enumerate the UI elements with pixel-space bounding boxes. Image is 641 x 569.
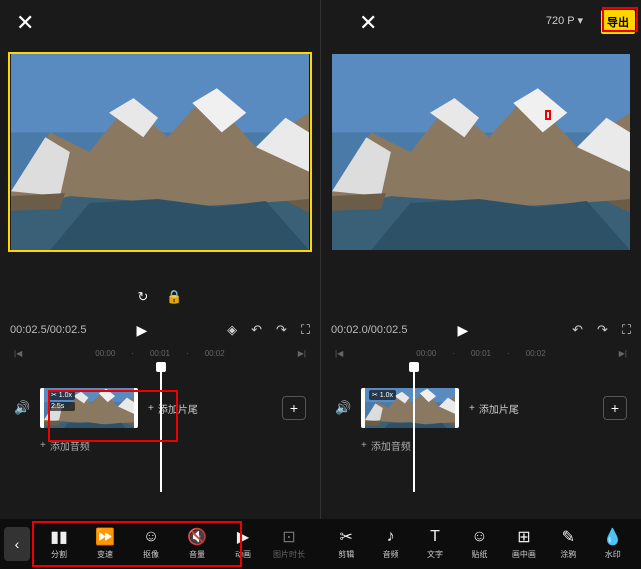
ruler-left[interactable]: |◀ 00:00 · 00:01 · 00:02 ▶| — [0, 344, 320, 362]
preview-left[interactable] — [8, 52, 312, 252]
add-audio-right[interactable]: +添加音频 — [361, 438, 641, 453]
export-button[interactable]: 导出 — [601, 10, 635, 34]
tool-animation[interactable]: ▶动画 — [226, 528, 260, 560]
ruler-next-icon[interactable]: ▶| — [619, 349, 627, 358]
playhead-left[interactable] — [160, 368, 162, 492]
video-clip-right[interactable]: ✂ 1.0x — [361, 388, 459, 428]
ruler-right[interactable]: |◀ 00:00 · 00:01 · 00:02 ▶| — [321, 344, 641, 362]
redo-icon[interactable]: ↷ — [276, 322, 287, 338]
tool-split[interactable]: ▮▮分割 — [42, 528, 76, 560]
tool-watermark[interactable]: 💧水印 — [596, 528, 630, 560]
duration-badge: 2.5s — [48, 402, 75, 411]
speed-badge: ✂ 1.0x — [48, 390, 75, 400]
timecode-right: 00:02.0/00:02.5 — [331, 324, 407, 336]
close-button-right[interactable]: ✕ — [359, 10, 377, 36]
highlight-marker — [545, 110, 551, 120]
add-clip-button[interactable]: + — [282, 396, 306, 420]
preview-right[interactable] — [329, 52, 633, 252]
close-button-left[interactable]: ✕ — [16, 10, 34, 36]
speed-badge-right: ✂ 1.0x — [369, 390, 396, 400]
ruler-next-icon[interactable]: ▶| — [298, 349, 306, 358]
tool-pip[interactable]: ⊞画中画 — [507, 528, 541, 560]
tool-speed[interactable]: ⏩变速 — [88, 528, 122, 560]
fullscreen-icon[interactable]: ⛶ — [301, 322, 310, 338]
timecode-left: 00:02.5/00:02.5 — [10, 324, 86, 336]
tool-cutout[interactable]: ☺抠像 — [134, 528, 168, 560]
add-tail-right[interactable]: +添加片尾 — [469, 401, 519, 416]
play-button-left[interactable]: ▶ — [136, 322, 147, 339]
keyframe-icon[interactable]: ◈ — [227, 322, 237, 338]
tool-audio[interactable]: ♪音频 — [374, 528, 408, 560]
resolution-dropdown[interactable]: 720 P ▾ — [546, 14, 583, 27]
fullscreen-icon-right[interactable]: ⛶ — [622, 322, 631, 338]
redo-icon-right[interactable]: ↷ — [597, 322, 608, 338]
video-clip-left[interactable]: ✂ 1.0x 2.5s — [40, 388, 138, 428]
back-button[interactable]: ‹ — [4, 527, 30, 561]
tool-image-duration[interactable]: ⊡图片时长 — [272, 528, 306, 560]
add-clip-button-right[interactable]: + — [603, 396, 627, 420]
play-button-right[interactable]: ▶ — [457, 322, 468, 339]
mute-icon-right[interactable]: 🔊 — [335, 400, 353, 416]
ruler-prev-icon[interactable]: |◀ — [14, 349, 22, 358]
undo-icon[interactable]: ↶ — [251, 322, 262, 338]
tool-doodle[interactable]: ✎涂鸦 — [551, 528, 585, 560]
add-tail-left[interactable]: +添加片尾 — [148, 401, 198, 416]
mute-icon[interactable]: 🔊 — [14, 400, 32, 416]
tool-edit[interactable]: ✂剪辑 — [329, 528, 363, 560]
tool-volume[interactable]: 🔇音量 — [180, 528, 214, 560]
lock-icon[interactable]: 🔒 — [166, 289, 182, 305]
ruler-prev-icon[interactable]: |◀ — [335, 349, 343, 358]
add-audio-left[interactable]: +添加音频 — [40, 438, 360, 453]
reset-icon[interactable]: ↻ — [137, 289, 148, 305]
tool-sticker[interactable]: ☺贴纸 — [462, 528, 496, 560]
playhead-right[interactable] — [413, 368, 415, 492]
undo-icon-right[interactable]: ↶ — [572, 322, 583, 338]
tool-text[interactable]: T文字 — [418, 528, 452, 560]
